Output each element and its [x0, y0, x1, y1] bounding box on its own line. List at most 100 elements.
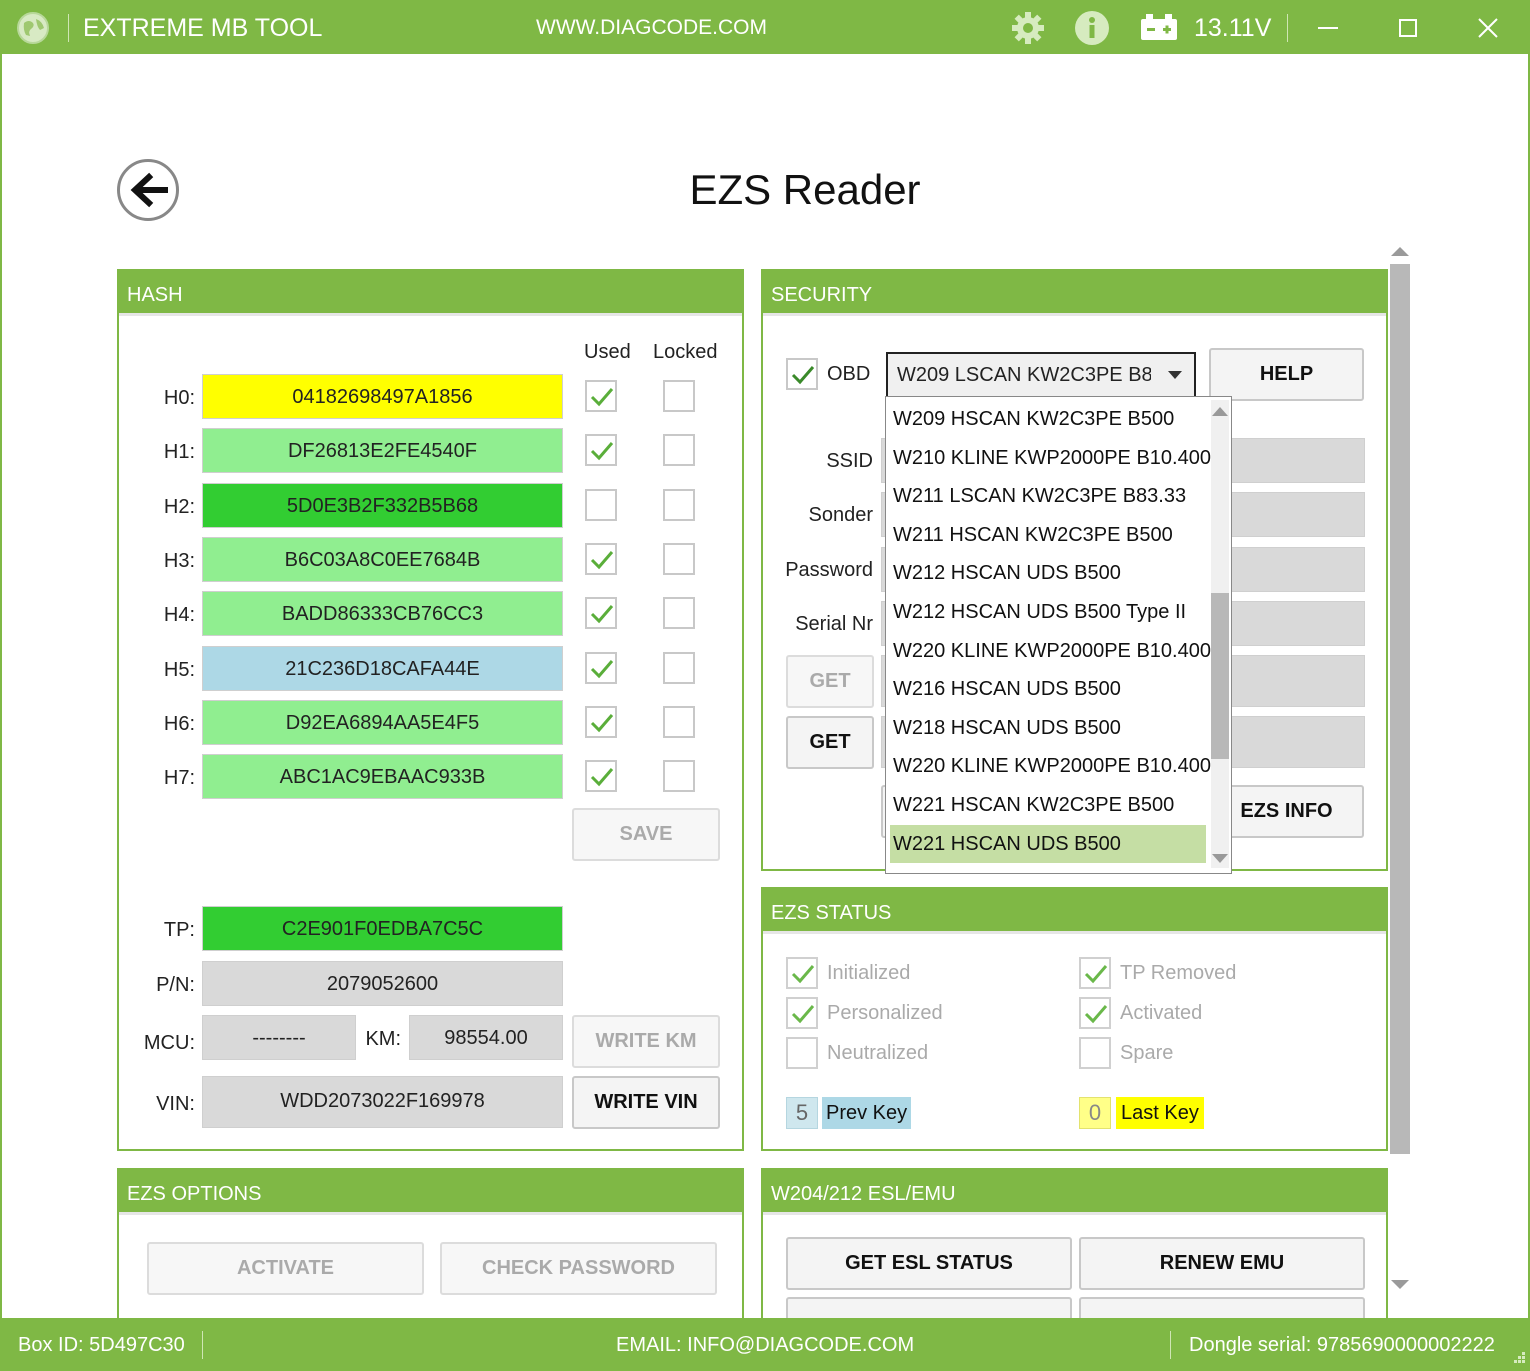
status-label: Initialized	[827, 962, 911, 984]
used-checkbox[interactable]	[585, 542, 617, 575]
renew-emu-button[interactable]: RENEW EMU	[1079, 1237, 1365, 1290]
tp-field[interactable]: C2E901F0EDBA7C5C	[202, 906, 563, 951]
security-panel-header: SECURITY	[763, 271, 1386, 316]
model-dropdown-item[interactable]: W212 HSCAN UDS B500 Type II	[890, 593, 1206, 631]
model-dropdown-item[interactable]: W212 HSCAN UDS B500	[890, 554, 1206, 592]
hash-value-field[interactable]: 5D0E3B2F332B5B68	[202, 482, 563, 528]
mcu-field[interactable]: --------	[202, 1015, 356, 1060]
resize-grip-icon[interactable]	[1510, 1350, 1526, 1366]
locked-checkbox[interactable]	[663, 651, 695, 684]
ezs-info-button[interactable]: EZS INFO	[1209, 785, 1364, 838]
email-link[interactable]: EMAIL: INFO@DIAGCODE.COM	[616, 1334, 914, 1357]
status-label: Personalized	[827, 1002, 943, 1024]
esl-button-3[interactable]	[786, 1297, 1072, 1318]
locked-checkbox[interactable]	[663, 380, 695, 412]
hash-value-field[interactable]: ABC1AC9EBAAC933B	[202, 754, 563, 800]
hash-value-field[interactable]: D92EA6894AA5E4F5	[202, 699, 563, 745]
km-field[interactable]: 98554.00	[409, 1015, 563, 1060]
used-checkbox[interactable]	[585, 651, 617, 684]
status-label: Neutralized	[827, 1042, 929, 1064]
website-link[interactable]: WWW.DIAGCODE.COM	[536, 16, 767, 40]
status-bar: Box ID: 5D497C30 EMAIL: INFO@DIAGCODE.CO…	[0, 1318, 1530, 1371]
model-select[interactable]: W209 LSCAN KW2C3PE B83.33	[886, 352, 1196, 398]
hash-value-field[interactable]: BADD86333CB76CC3	[202, 591, 563, 637]
used-checkbox[interactable]	[585, 760, 617, 793]
model-dropdown-item[interactable]: W220 KLINE KWP2000PE B10.400	[890, 632, 1211, 670]
status-label: TP Removed	[1120, 962, 1237, 984]
km-label: KM:	[365, 1028, 401, 1050]
model-dropdown-item[interactable]: W211 HSCAN KW2C3PE B500	[890, 516, 1206, 554]
minimize-icon[interactable]	[1318, 27, 1338, 29]
model-dropdown-item[interactable]: W216 HSCAN UDS B500	[890, 670, 1206, 708]
locked-checkbox[interactable]	[663, 542, 695, 575]
info-icon[interactable]	[1074, 10, 1110, 46]
hash-row-label: H5:	[163, 658, 195, 681]
dongle-serial: Dongle serial: 9785690000002222	[1189, 1334, 1495, 1356]
vin-field[interactable]: WDD2073022F169978	[202, 1076, 563, 1128]
get-esl-status-button[interactable]: GET ESL STATUS	[786, 1237, 1072, 1290]
model-dropdown-item[interactable]: W210 KLINE KWP2000PE B10.400	[890, 439, 1211, 477]
pn-field[interactable]: 2079052600	[202, 961, 563, 1006]
model-dropdown-item[interactable]: W221 HSCAN KW2C3PE B500	[890, 786, 1206, 824]
checkmark-icon	[590, 713, 614, 732]
hash-panel: HASH Used Locked H0: 04182698497A1856 H1: D…	[117, 269, 744, 1151]
ezs-status-panel: EZS STATUS Initialized TP Removed Personal…	[761, 887, 1388, 1151]
used-checkbox[interactable]	[585, 488, 617, 521]
ezs-options-panel-header: EZS OPTIONS	[119, 1170, 742, 1215]
used-checkbox[interactable]	[585, 597, 617, 630]
hash-value-field[interactable]: 21C236D18CAFA44E	[202, 645, 563, 691]
esl-button-4[interactable]	[1079, 1297, 1365, 1318]
hash-value-field[interactable]: DF26813E2FE4540F	[202, 428, 563, 474]
write-km-button[interactable]: WRITE KM	[572, 1015, 720, 1068]
locked-checkbox[interactable]	[663, 760, 695, 793]
model-dropdown-list[interactable]: W209 HSCAN KW2C3PE B500 W210 KLINE KWP200…	[885, 396, 1232, 874]
locked-checkbox[interactable]	[663, 434, 695, 467]
app-title: EXTREME MB TOOL	[83, 14, 323, 42]
maximize-icon[interactable]	[1399, 19, 1417, 37]
hash-panel-header: HASH	[119, 271, 742, 316]
checkmark-icon	[590, 442, 614, 461]
page-scrollbar-thumb[interactable]	[1390, 264, 1410, 1154]
model-dropdown-item[interactable]: W220 KLINE KWP2000PE B10.400	[890, 747, 1211, 785]
scroll-up-arrow[interactable]	[1390, 244, 1410, 258]
box-id: Box ID: 5D497C30	[18, 1334, 185, 1356]
prev-key-value: 5	[786, 1097, 818, 1129]
locked-checkbox[interactable]	[663, 705, 695, 738]
scroll-down-arrow[interactable]	[1390, 1278, 1410, 1292]
back-button[interactable]	[117, 159, 179, 221]
close-icon[interactable]	[1478, 18, 1498, 38]
checkmark-icon	[791, 366, 815, 385]
checkmark-icon	[590, 659, 614, 678]
get-button[interactable]: GET	[786, 716, 874, 769]
model-dropdown-item[interactable]: W211 LSCAN KW2C3PE B83.33	[890, 477, 1206, 515]
check-password-button[interactable]: CHECK PASSWORD	[440, 1242, 717, 1295]
serial-nr-label: Serial Nr	[795, 613, 873, 635]
gear-icon[interactable]	[1010, 10, 1046, 46]
write-vin-button[interactable]: WRITE VIN	[572, 1076, 720, 1129]
used-checkbox[interactable]	[585, 434, 617, 467]
locked-checkbox[interactable]	[663, 597, 695, 630]
dropdown-scrollbar-thumb[interactable]	[1211, 593, 1229, 759]
used-checkbox[interactable]	[585, 705, 617, 738]
model-dropdown-item[interactable]: W218 HSCAN UDS B500	[890, 709, 1206, 747]
dropdown-scroll-down-icon[interactable]	[1211, 853, 1229, 865]
activate-button[interactable]: ACTIVATE	[147, 1242, 424, 1295]
hash-row-label: H6:	[163, 712, 195, 735]
status-checkbox	[786, 1037, 818, 1069]
help-button[interactable]: HELP	[1209, 348, 1364, 401]
save-button[interactable]: SAVE	[572, 808, 720, 861]
dropdown-scroll-up-icon[interactable]	[1211, 405, 1229, 417]
get-button-disabled[interactable]: GET	[786, 655, 874, 708]
used-checkbox[interactable]	[585, 380, 617, 412]
hash-value-field[interactable]: B6C03A8C0EE7684B	[202, 536, 563, 582]
hash-row-label: H7:	[163, 767, 195, 790]
model-dropdown-item[interactable]: W221 HSCAN UDS B500	[890, 824, 1206, 863]
obd-checkbox[interactable]	[786, 358, 818, 390]
voltage-readout: 13.11V	[1194, 14, 1272, 42]
hash-value-field[interactable]: 04182698497A1856	[202, 374, 563, 419]
model-dropdown-item[interactable]: W209 HSCAN KW2C3PE B500	[890, 400, 1206, 438]
pn-label: P/N:	[156, 974, 195, 996]
locked-checkbox[interactable]	[663, 488, 695, 521]
mcu-label: MCU:	[143, 1032, 195, 1054]
password-label: Password	[785, 559, 873, 581]
